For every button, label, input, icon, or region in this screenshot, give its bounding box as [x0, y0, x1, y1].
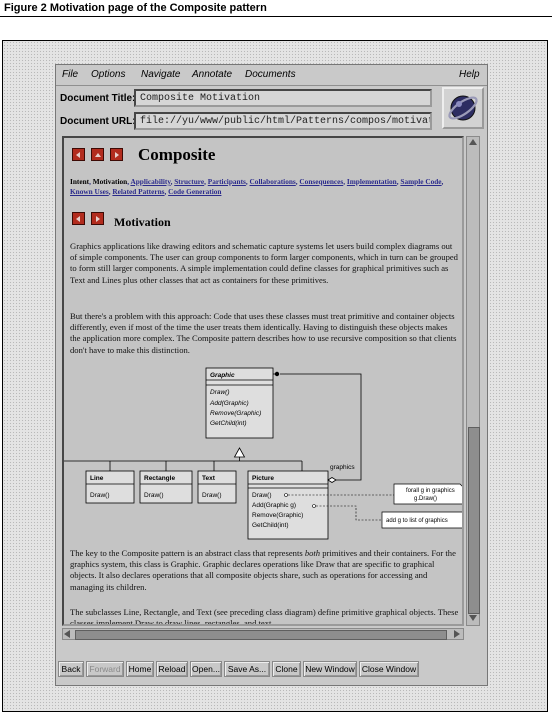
graphic-op-1: Draw() — [210, 389, 230, 396]
note-1-line-1: forall g in graphics — [406, 488, 455, 494]
clone-button[interactable]: Clone — [272, 661, 301, 677]
save-as-button[interactable]: Save As... — [224, 661, 270, 677]
menu-annotate[interactable]: Annotate — [192, 69, 232, 80]
graphic-op-4: GetChild(int) — [210, 420, 246, 427]
menu-documents[interactable]: Documents — [245, 69, 296, 80]
scroll-left-icon[interactable] — [64, 630, 70, 638]
figure-caption: Figure 2 Motivation page of the Composit… — [4, 2, 267, 14]
picture-class-name: Picture — [252, 475, 274, 482]
browser-window: File Options Navigate Annotate Documents… — [55, 64, 488, 686]
menu-file[interactable]: File — [62, 69, 78, 80]
paragraph-3: The key to the Composite pattern is an a… — [70, 548, 456, 592]
note-2-text: add g to list of graphics — [386, 518, 448, 524]
picture-op-3: Remove(Graphic) — [252, 512, 303, 519]
inheritance-triangle — [233, 447, 246, 458]
graphic-class-name: Graphic — [210, 372, 235, 379]
vertical-scrollbar[interactable] — [466, 136, 480, 626]
scroll-right-icon[interactable] — [454, 630, 460, 638]
document-view: Composite Intent, Motivation, Applicabil… — [62, 136, 464, 626]
line-op-1: Draw() — [90, 492, 110, 499]
horizontal-scrollbar[interactable] — [62, 628, 464, 640]
menu-bar: File Options Navigate Annotate Documents… — [56, 65, 487, 86]
document-url-label: Document URL: — [60, 116, 136, 127]
line-class-name: Line — [90, 475, 104, 482]
menu-options[interactable]: Options — [91, 69, 125, 80]
open-button[interactable]: Open... — [190, 661, 222, 677]
scroll-down-icon[interactable] — [469, 615, 477, 621]
document-title-label: Document Title: — [60, 93, 136, 104]
home-button[interactable]: Home — [126, 661, 154, 677]
document-url-field[interactable]: file://yu/www/public/html/Patterns/compo… — [134, 112, 432, 130]
close-window-button[interactable]: Close Window — [359, 661, 419, 677]
rectangle-class-name: Rectangle — [144, 475, 175, 482]
back-button[interactable]: Back — [58, 661, 84, 677]
emphasis-both: both — [304, 548, 321, 558]
browser-logo-icon[interactable] — [442, 87, 484, 129]
scroll-up-icon[interactable] — [469, 139, 477, 145]
vertical-scroll-thumb[interactable] — [468, 427, 480, 614]
graphic-op-2: Add(Graphic) — [209, 400, 249, 407]
rectangle-op-1: Draw() — [144, 492, 164, 499]
association-label: graphics — [330, 464, 355, 471]
reload-button[interactable]: Reload — [156, 661, 188, 677]
picture-op-2: Add(Graphic g) — [252, 502, 296, 509]
horizontal-scroll-thumb[interactable] — [75, 630, 447, 640]
menu-help[interactable]: Help — [459, 69, 480, 80]
picture-op-4: GetChild(int) — [252, 522, 288, 529]
text-class-name: Text — [202, 475, 216, 482]
new-window-button[interactable]: New Window — [303, 661, 357, 677]
forward-button[interactable]: Forward — [86, 661, 124, 677]
text-op-1: Draw() — [202, 492, 222, 499]
note-1-line-2: g.Draw() — [414, 496, 437, 502]
caption-rule — [0, 16, 552, 17]
graphic-op-3: Remove(Graphic) — [210, 410, 261, 417]
menu-navigate[interactable]: Navigate — [141, 69, 180, 80]
paragraph-4: The subclasses Line, Rectangle, and Text… — [70, 607, 459, 626]
document-title-field[interactable]: Composite Motivation — [134, 89, 432, 107]
picture-op-1: Draw() — [252, 492, 272, 499]
